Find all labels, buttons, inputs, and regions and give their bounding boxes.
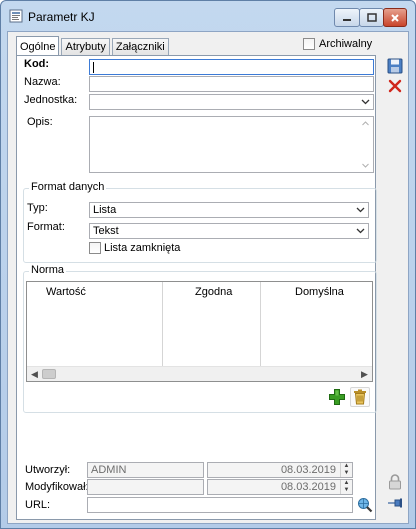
open-url-button[interactable]: [355, 495, 375, 515]
format-select[interactable]: Tekst: [89, 223, 369, 239]
modyfikowal-label: Modyfikował:: [25, 481, 89, 493]
nazwa-input[interactable]: [89, 76, 374, 92]
chevron-down-icon[interactable]: [354, 225, 367, 237]
app-icon: [9, 9, 23, 23]
url-input[interactable]: [87, 497, 353, 513]
typ-select[interactable]: Lista: [89, 202, 369, 218]
typ-label: Typ:: [27, 202, 48, 214]
tab-label: Załączniki: [115, 41, 165, 53]
modyfikowal-date-field: 08.03.2019 ▲ ▼: [207, 479, 353, 495]
trash-icon: [354, 389, 366, 405]
checkbox-box[interactable]: [303, 38, 315, 50]
globe-search-icon: [358, 498, 373, 513]
format-label: Format:: [27, 221, 65, 233]
cancel-button[interactable]: [385, 76, 405, 96]
nazwa-label: Nazwa:: [24, 76, 61, 88]
jednostka-select[interactable]: [89, 94, 374, 110]
utworzyl-user-value: ADMIN: [91, 464, 127, 476]
date-spinner[interactable]: ▲ ▼: [340, 463, 352, 477]
grid-header: Wartość Zgodna Domyślna: [27, 282, 372, 302]
minimize-button[interactable]: [334, 8, 360, 27]
title-bar[interactable]: Parametr KJ: [1, 1, 415, 31]
column-header-wartosc[interactable]: Wartość: [46, 286, 86, 298]
scroll-thumb[interactable]: [42, 369, 56, 379]
chevron-down-icon[interactable]: [359, 96, 372, 108]
minimize-icon: [343, 18, 351, 21]
maximize-button[interactable]: [359, 8, 384, 27]
tab-label: Atrybuty: [65, 41, 106, 53]
maximize-icon: [366, 13, 377, 22]
url-label: URL:: [25, 499, 51, 511]
lock-icon: [389, 474, 401, 490]
lock-button[interactable]: [385, 472, 405, 492]
text-caret: [93, 62, 94, 73]
window-title: Parametr KJ: [28, 10, 95, 24]
modyfikowal-date-value: 08.03.2019: [280, 481, 336, 493]
dialog-body: Ogólne Atrybuty Załączniki Archiwalny Ko…: [7, 31, 409, 524]
close-icon: [388, 79, 402, 93]
delete-row-button[interactable]: [350, 387, 370, 407]
window: Parametr KJ Ogólne Atrybuty Załączniki A…: [0, 0, 416, 529]
save-button[interactable]: [385, 56, 405, 76]
add-row-button[interactable]: [327, 387, 347, 407]
opis-label: Opis:: [27, 116, 53, 128]
close-window-button[interactable]: [383, 8, 407, 27]
lista-zamknieta-label: Lista zamknięta: [104, 242, 181, 254]
opis-textarea[interactable]: [89, 116, 374, 173]
save-icon: [387, 58, 403, 74]
tab-label: Ogólne: [20, 40, 56, 53]
close-icon: [391, 13, 399, 22]
pin-button[interactable]: [385, 493, 405, 513]
norma-group: Norma Wartość Zgodna Domyślna ◀ ▶: [23, 264, 377, 413]
lista-zamknieta-checkbox[interactable]: Lista zamknięta: [89, 242, 180, 254]
column-divider: [162, 282, 163, 367]
vertical-scrollbar[interactable]: [358, 117, 373, 172]
format-danych-group: Format danych Typ: Lista Format: Tekst L…: [23, 181, 377, 263]
tab-strip: Ogólne Atrybuty Załączniki: [16, 35, 171, 56]
pin-icon: [388, 498, 402, 508]
scroll-down-icon[interactable]: [362, 163, 369, 168]
typ-value: Lista: [93, 204, 117, 216]
jednostka-label: Jednostka:: [24, 94, 78, 106]
scroll-left-icon[interactable]: ◀: [27, 367, 42, 381]
tab-atrybuty[interactable]: Atrybuty: [61, 38, 110, 55]
tab-ogolne[interactable]: Ogólne: [16, 36, 60, 56]
column-header-zgodna[interactable]: Zgodna: [195, 286, 232, 298]
scroll-right-icon[interactable]: ▶: [357, 367, 372, 381]
tab-zalaczniki[interactable]: Załączniki: [111, 38, 169, 55]
column-divider: [260, 282, 261, 367]
format-value: Tekst: [93, 225, 119, 237]
kod-input[interactable]: [89, 59, 374, 75]
norma-grid[interactable]: Wartość Zgodna Domyślna ◀ ▶: [26, 281, 373, 382]
utworzyl-user-field: ADMIN: [87, 462, 204, 478]
scroll-up-icon[interactable]: [362, 121, 369, 126]
plus-icon: [329, 389, 345, 405]
archiwalny-checkbox[interactable]: Archiwalny: [303, 38, 372, 50]
chevron-down-icon[interactable]: [354, 204, 367, 216]
checkbox-box[interactable]: [89, 242, 101, 254]
archiwalny-label: Archiwalny: [319, 38, 373, 50]
modyfikowal-user-field: [87, 479, 204, 495]
kod-label: Kod:: [24, 58, 50, 70]
format-danych-title: Format danych: [29, 181, 107, 193]
horizontal-scrollbar[interactable]: ◀ ▶: [27, 366, 372, 381]
date-spinner[interactable]: ▲ ▼: [340, 480, 352, 494]
norma-title: Norma: [29, 264, 67, 276]
utworzyl-label: Utworzył:: [25, 464, 71, 476]
utworzyl-date-value: 08.03.2019: [280, 464, 336, 476]
column-header-domyslna[interactable]: Domyślna: [295, 286, 344, 298]
utworzyl-date-field: 08.03.2019 ▲ ▼: [207, 462, 353, 478]
tab-panel-ogolne: Kod: Nazwa: Jednostka: Opis: Format dany…: [16, 55, 377, 520]
